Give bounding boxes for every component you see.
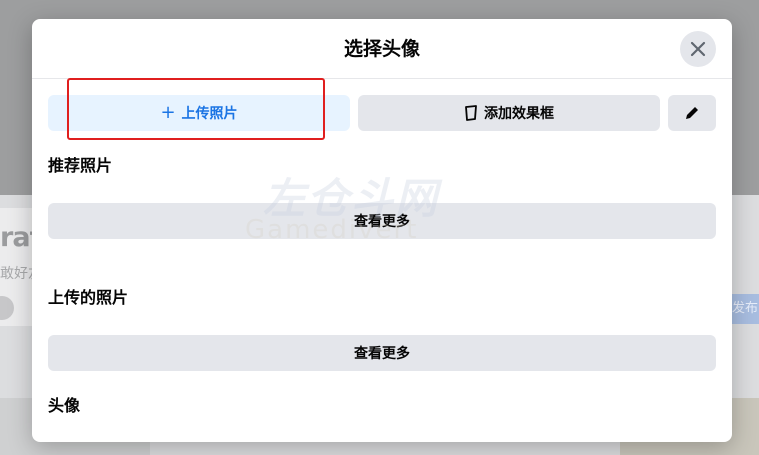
- frame-icon: [465, 105, 477, 121]
- recommended-photos-heading: 推荐照片: [48, 156, 113, 175]
- profile-pictures-heading: 头像: [48, 396, 81, 415]
- uploaded-photos-heading: 上传的照片: [48, 288, 129, 307]
- see-more-uploaded-button[interactable]: 查看更多: [48, 335, 716, 371]
- edit-button[interactable]: [668, 95, 716, 131]
- dialog-title: 选择头像: [343, 38, 420, 60]
- watermark-english: Gamedivert: [245, 215, 419, 245]
- dialog-header: 选择头像: [32, 19, 732, 79]
- highlight-annotation-box: [67, 78, 325, 140]
- close-button[interactable]: [680, 31, 716, 67]
- pencil-icon: [686, 107, 698, 119]
- add-frame-button[interactable]: 添加效果框: [358, 95, 660, 131]
- add-frame-label: 添加效果框: [484, 106, 554, 122]
- watermark: 左仓斗网 Gamedivert: [245, 165, 450, 255]
- close-icon: [690, 41, 706, 57]
